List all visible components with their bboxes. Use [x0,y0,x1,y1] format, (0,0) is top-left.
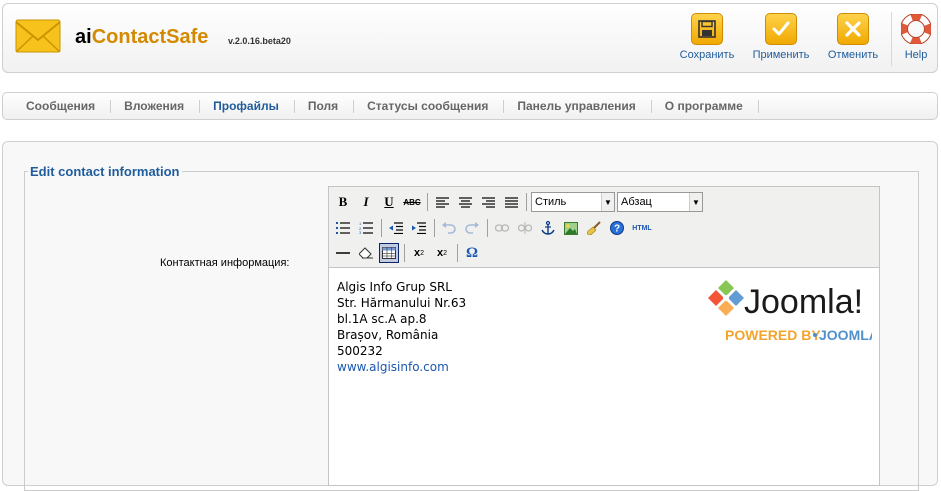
toolbar-row-2: 123 ? HTML [333,217,657,239]
special-character-omega-icon[interactable]: Ω [462,243,482,263]
eraser-icon[interactable] [356,243,376,263]
main-tabs: Сообщения Вложения Профайлы Поля Статусы… [2,92,938,120]
svg-text:POWERED BY: POWERED BY [725,327,821,343]
italic-icon[interactable]: I [356,192,376,212]
fieldset-legend: Edit contact information [28,164,182,179]
header-bar: aiContactSafe v.2.0.16.beta20 Сохранить … [2,3,938,73]
style-select[interactable]: Стиль ▼ [531,192,615,212]
align-right-icon[interactable] [478,192,498,212]
website-link[interactable]: www.algisinfo.com [337,360,449,374]
toolbar-separator [427,193,428,211]
toolbar-row-3: x2 x2 Ω [333,242,485,264]
toolbar-separator [457,244,458,262]
content-line: Algis Info Grup SRL [337,280,452,294]
unlink-icon[interactable] [515,218,535,238]
cancel-label: Отменить [827,49,879,61]
app-title: aiContactSafe [75,26,209,48]
help-circle-icon[interactable]: ? [607,218,627,238]
chevron-down-icon: ▼ [601,193,614,211]
indent-icon[interactable] [409,218,429,238]
content-line: Brașov, România [337,328,439,342]
svg-text:Joomla!: Joomla! [744,283,863,321]
image-icon[interactable] [561,218,581,238]
joomla-logo: Joomla! POWERED BY JOOMLA [708,280,872,343]
anchor-icon[interactable] [538,218,558,238]
format-select[interactable]: Абзац ▼ [617,192,703,212]
subscript-icon[interactable]: x2 [409,243,429,263]
bold-icon[interactable]: B [333,192,353,212]
svg-text:?: ? [614,224,620,235]
svg-text:3: 3 [359,230,362,234]
apply-label: Применить [752,49,810,61]
content-line: 500232 [337,344,383,358]
save-button[interactable]: Сохранить [675,13,739,65]
rich-text-editor: B I U ABC Стиль ▼ Абзац ▼ 123 ? HTML x 2… [328,186,880,486]
tab-control-panel[interactable]: Панель управления [504,99,652,113]
toolbar-divider [891,12,892,66]
editor-content[interactable]: Algis Info Grup SRL Str. Hărmanului Nr.6… [337,279,466,375]
tab-about[interactable]: О программе [652,99,759,113]
cancel-button[interactable]: Отменить [821,13,885,65]
bullet-list-icon[interactable] [333,218,353,238]
joomla-mark-icon [708,280,744,316]
tab-messages[interactable]: Сообщения [13,99,112,113]
tab-fields[interactable]: Поля [295,99,355,113]
apply-button[interactable]: Применить [749,13,813,65]
toolbar-separator [434,219,435,237]
strikethrough-icon[interactable]: ABC [402,192,422,212]
app-version: v.2.0.16.beta20 [228,36,291,46]
lifebuoy-icon [900,13,932,45]
tab-message-statuses[interactable]: Статусы сообщения [354,99,505,113]
content-line: bl.1A sc.A ap.8 [337,312,427,326]
link-icon[interactable] [492,218,512,238]
editor-toolbar: B I U ABC Стиль ▼ Абзац ▼ 123 ? HTML x 2… [329,187,879,268]
toolbar-row-1: B I U ABC Стиль ▼ Абзац ▼ [333,191,705,213]
checkmark-icon [765,13,797,45]
floppy-disk-icon [691,13,723,45]
superscript-icon[interactable]: x2 [432,243,452,263]
align-center-icon[interactable] [455,192,475,212]
redo-icon[interactable] [462,218,482,238]
outdent-icon[interactable] [386,218,406,238]
toolbar-separator [487,219,488,237]
toolbar-separator [381,219,382,237]
tab-profiles[interactable]: Профайлы [200,99,295,113]
save-label: Сохранить [679,49,735,61]
envelope-logo-icon [15,19,61,53]
horizontal-rule-icon[interactable] [333,243,353,263]
toolbar-separator [526,193,527,211]
undo-icon[interactable] [439,218,459,238]
html-source-button[interactable]: HTML [630,218,654,238]
chevron-down-icon: ▼ [689,193,702,211]
content-line: Str. Hărmanului Nr.63 [337,296,467,310]
help-button[interactable]: Help [898,13,934,65]
underline-icon[interactable]: U [379,192,399,212]
tab-attachments[interactable]: Вложения [111,99,201,113]
table-icon[interactable] [379,243,399,263]
cleanup-broom-icon[interactable] [584,218,604,238]
numbered-list-icon[interactable]: 123 [356,218,376,238]
align-justify-icon[interactable] [501,192,521,212]
align-left-icon[interactable] [432,192,452,212]
toolbar-separator [404,244,405,262]
svg-text:JOOMLA: JOOMLA [819,327,872,343]
contact-info-label: Контактная информация: [160,257,290,269]
close-icon [837,13,869,45]
help-label: Help [904,49,928,61]
